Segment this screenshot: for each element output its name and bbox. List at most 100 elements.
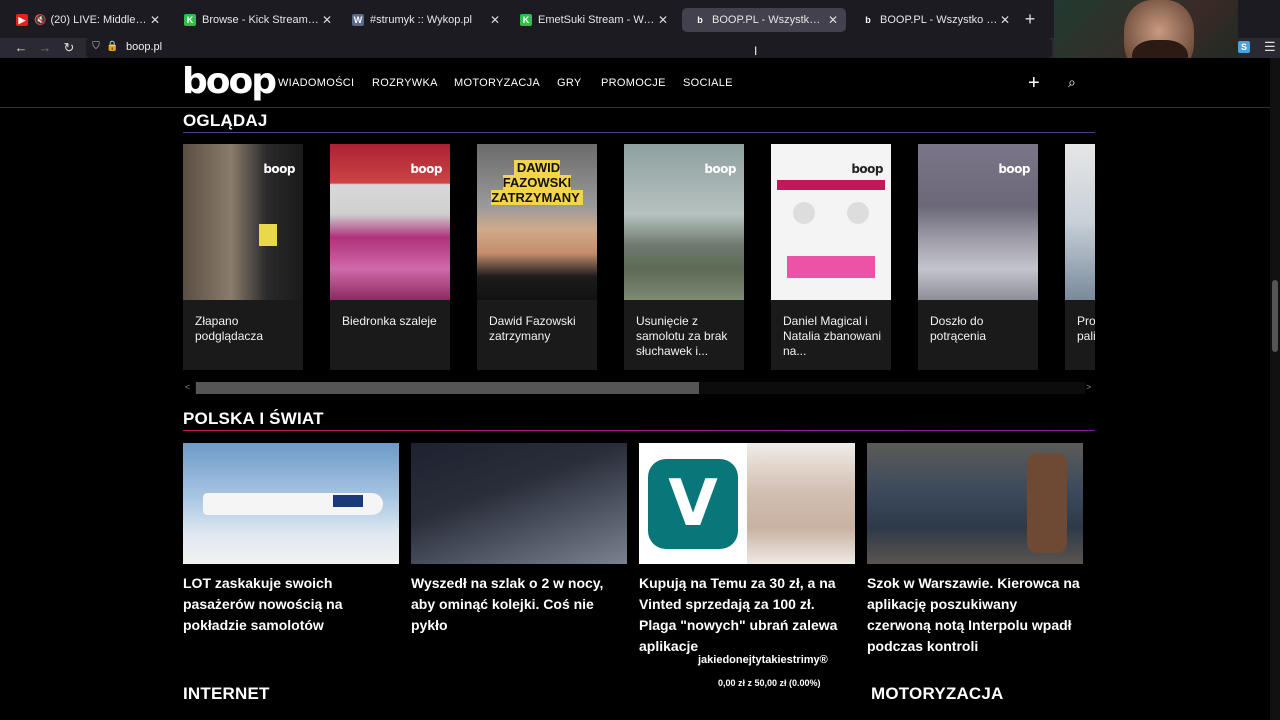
scrollbar-thumb[interactable] [1272,280,1278,352]
menu-item-gry[interactable]: GRY [557,77,582,89]
shield-icon[interactable]: ⛉ [90,41,102,53]
boop-watermark: boop [410,162,442,176]
boop-icon: b [865,15,871,25]
article-title[interactable]: Wyszedł na szlak o 2 w nocy, aby ominąć … [411,573,627,636]
video-title: Dawid Fazowski zatrzymany [489,314,576,343]
scrollbar-thumb[interactable] [196,382,699,394]
article-title[interactable]: Kupują na Temu za 30 zł, a na Vinted spr… [639,573,855,657]
reload-icon[interactable]: ↻ [60,39,78,57]
browser-tab[interactable]: K EmetSuki Stream - Watch Live o ✕ [508,8,676,32]
menu-item-motoryzacja[interactable]: MOTORYZACJA [454,77,540,89]
hamburger-menu-icon[interactable]: ☰ [1264,39,1276,55]
menu-item-rozrywka[interactable]: ROZRYWKA [372,77,438,89]
tab-title: Browse - Kick Streaming [202,14,320,26]
browser-tab-active[interactable]: b BOOP.PL - Wszystko co chcesz ✕ [682,8,846,32]
thumbnail-caption: DAWID FAZOWSKI ZATRZYMANY [485,160,589,205]
chevron-right-icon[interactable]: > [1086,382,1091,392]
video-title: Biedronka szaleje [342,314,437,328]
tab-title: (20) LIVE: Middle East real-t [50,14,148,26]
browser-tab[interactable]: ▶ 🔇 (20) LIVE: Middle East real-t ✕ [4,8,168,32]
youtube-icon: ▶ [16,14,28,26]
close-icon[interactable]: ✕ [826,13,840,27]
boop-watermark: boop [851,162,883,176]
boop-watermark: boop [704,162,736,176]
video-title: Daniel Magical i Natalia zbanowani na... [783,314,882,358]
browser-tab[interactable]: b BOOP.PL - Wszystko co chcesz ✕ [850,8,1018,32]
boop-watermark: boop [263,162,295,176]
video-card[interactable]: Pro pali [1065,144,1095,370]
section-divider [183,430,1095,431]
chevron-left-icon[interactable]: < [185,382,190,392]
carousel-scrollbar[interactable]: < > [183,382,1095,394]
boop-watermark: boop [998,162,1030,176]
tab-title: EmetSuki Stream - Watch Live o [538,14,656,26]
article-image [411,443,627,564]
wykop-icon: W [352,14,364,26]
browser-tab[interactable]: W #strumyk :: Wykop.pl ✕ [340,8,508,32]
video-card[interactable]: DAWID FAZOWSKI ZATRZYMANY Dawid Fazowski… [477,144,597,370]
close-icon[interactable]: ✕ [148,13,162,27]
search-icon[interactable]: ⌕ [1068,74,1076,91]
article-image [867,443,1083,564]
close-icon[interactable]: ✕ [998,13,1012,27]
video-card[interactable]: boop Biedronka szaleje [330,144,450,370]
lock-icon[interactable]: 🔒 [106,41,118,53]
avatar [793,202,815,224]
article-title[interactable]: LOT zaskakuje swoich pasażerów nowością … [183,573,399,636]
page: boop WIADOMOŚCI ROZRYWKA MOTORYZACJA GRY… [0,58,1270,720]
patch-shape [259,224,277,246]
url-bar[interactable]: ⛉ 🔒 boop.pl [86,38,1052,58]
tab-title: BOOP.PL - Wszystko co chcesz [880,14,998,26]
video-thumbnail: DAWID FAZOWSKI ZATRZYMANY [477,144,597,300]
close-icon[interactable]: ✕ [320,13,334,27]
donation-goal-title: jakiedonejtytakiestrimy® [698,654,828,666]
extension-icon[interactable]: S [1238,41,1250,53]
video-title: Złapano podglądacza [195,314,264,343]
airline-logo-shape [333,495,363,507]
plus-icon[interactable]: + [1028,72,1040,95]
video-title: Usunięcie z samolotu za brak słuchawek i… [636,314,728,358]
menu-item-sociale[interactable]: SOCIALE [683,77,733,89]
video-card[interactable]: boop Złapano podglądacza [183,144,303,370]
site-header: boop WIADOMOŚCI ROZRYWKA MOTORYZACJA GRY… [0,58,1270,108]
video-thumbnail [1065,144,1095,300]
video-card[interactable]: boop Daniel Magical i Natalia zbanowani … [771,144,891,370]
caption-bar [787,256,875,278]
caption-bar [777,180,885,190]
mute-icon[interactable]: 🔇 [34,15,46,26]
extensions-area: S ☰ [1238,38,1280,58]
scarf-photo [747,443,855,564]
menu-item-wiadomosci[interactable]: WIADOMOŚCI [278,77,354,89]
forward-arrow-icon[interactable]: → [36,39,54,57]
close-icon[interactable]: ✕ [488,13,502,27]
close-icon[interactable]: ✕ [656,13,670,27]
vinted-logo-icon: V [648,459,738,549]
boop-icon: b [697,15,703,25]
kick-icon: K [184,14,196,26]
avatar [847,202,869,224]
video-card[interactable]: boop Doszło do potrącenia [918,144,1038,370]
article-title[interactable]: Szok w Warszawie. Kierowca na aplikację … [867,573,1083,657]
browser-tab[interactable]: K Browse - Kick Streaming ✕ [172,8,340,32]
page-scrollbar[interactable] [1270,58,1280,720]
section-divider [183,132,1095,133]
donation-goal-progress: 0,00 zł z 50,00 zł (0.00%) [718,678,821,688]
video-card[interactable]: boop Usunięcie z samolotu za brak słucha… [624,144,744,370]
section-title-polska: POLSKA I ŚWIAT [183,409,324,428]
article-image [183,443,399,564]
scrollbar-track[interactable] [195,382,1085,394]
kick-icon: K [520,14,532,26]
tab-title: BOOP.PL - Wszystko co chcesz [712,14,826,26]
url-text[interactable]: boop.pl [126,41,162,53]
person-shape [1027,453,1067,553]
tab-title: #strumyk :: Wykop.pl [370,14,472,26]
back-arrow-icon[interactable]: ← [12,39,30,57]
text-cursor-icon: I [754,44,758,58]
new-tab-button[interactable]: + [1022,10,1038,28]
menu-item-promocje[interactable]: PROMOCJE [601,77,666,89]
section-title-internet: INTERNET [183,684,270,703]
section-title-motoryzacja: MOTORYZACJA [871,684,1004,703]
video-title: Doszło do potrącenia [930,314,987,343]
article-image: V [639,443,855,564]
boop-logo[interactable]: boop [182,64,277,100]
